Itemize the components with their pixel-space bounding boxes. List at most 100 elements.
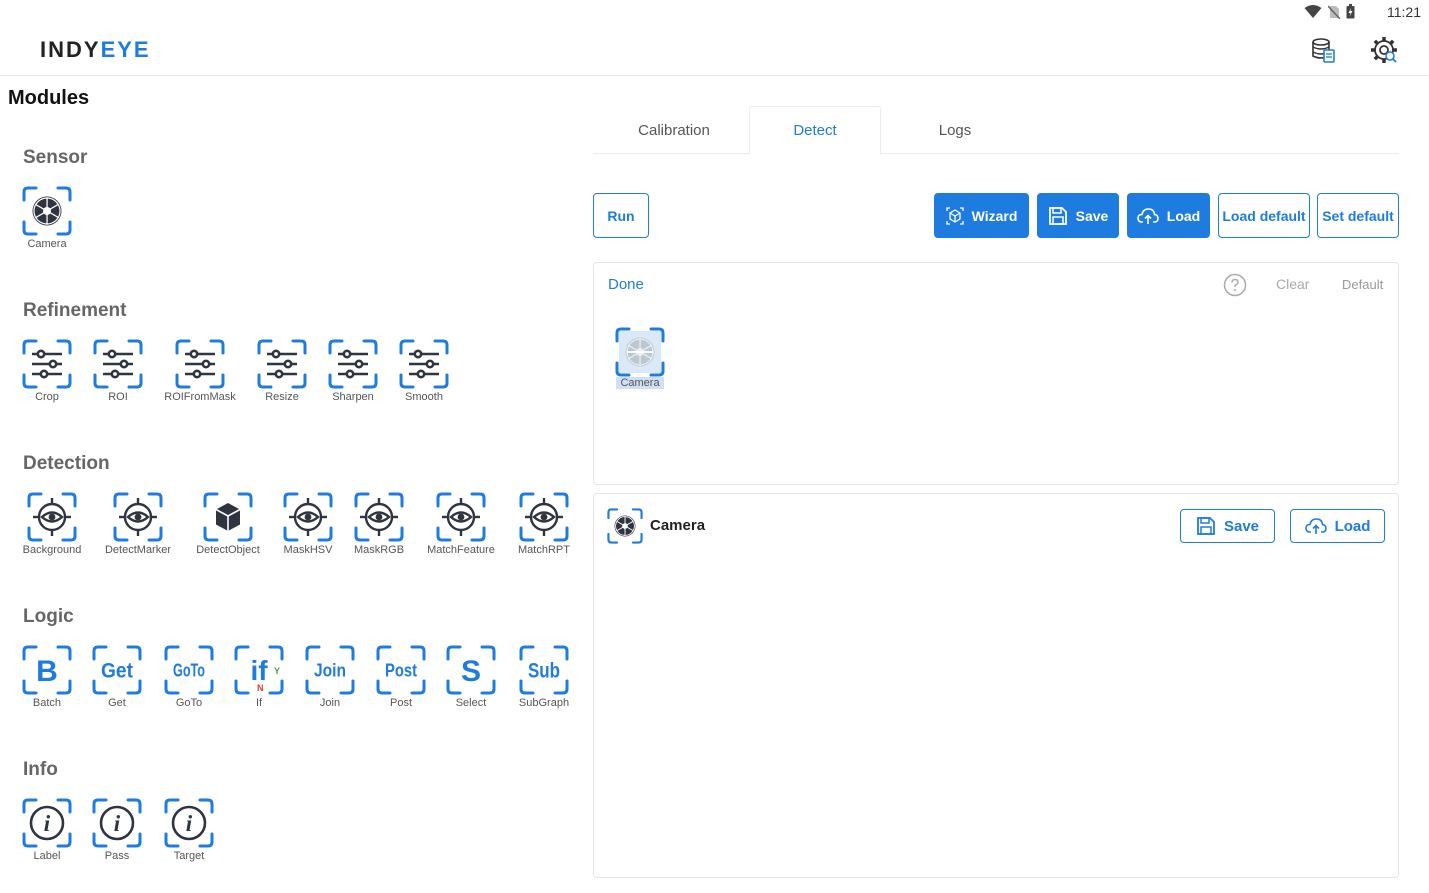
module-tile-maskrgb[interactable]: MaskRGB: [354, 492, 404, 556]
section-title-detection: Detection: [23, 453, 110, 474]
load-label: Load: [1166, 207, 1201, 224]
svg-text:i: i: [186, 811, 193, 836]
clear-button[interactable]: Clear: [1276, 276, 1309, 292]
tab-bar: Calibration Detect Logs: [593, 106, 1399, 155]
save-icon: [1048, 206, 1067, 225]
app-bar: INDYEYE: [0, 24, 1429, 76]
run-label: Run: [607, 207, 635, 224]
select-icon: S: [446, 645, 496, 695]
module-tile-label: ROI: [108, 391, 128, 403]
module-tile-target[interactable]: i Target: [164, 798, 214, 862]
gear-icon: [1371, 37, 1397, 63]
section-title-info: Info: [23, 759, 58, 780]
module-tile-get[interactable]: Get Get: [92, 645, 142, 709]
app-logo: INDYEYE: [40, 37, 151, 63]
module-tile-background[interactable]: Background: [23, 492, 81, 556]
module-tile-pass[interactable]: i Pass: [92, 798, 142, 862]
svg-text:N: N: [257, 683, 264, 693]
section-title-logic: Logic: [23, 606, 74, 627]
crop-icon: [22, 339, 72, 389]
module-tile-matchrpt[interactable]: MatchRPT: [518, 492, 570, 556]
camera-node-icon: [615, 327, 665, 377]
graph-panel: Done Clear Default Camera: [593, 262, 1399, 485]
goto-icon: GoTo: [164, 645, 214, 695]
svg-text:Get: Get: [101, 660, 133, 683]
module-tile-roi[interactable]: ROI: [93, 339, 143, 403]
module-tile-label: Label: [33, 850, 61, 862]
post-icon: Post: [376, 645, 426, 695]
module-tile-select[interactable]: S Select: [446, 645, 496, 709]
tab-calibration[interactable]: Calibration: [608, 106, 740, 154]
module-detail-panel: Camera Save Load: [593, 493, 1399, 878]
settings-button[interactable]: [1370, 36, 1398, 64]
module-tile-label: Batch: [32, 697, 62, 709]
module-tile-label: Post: [389, 697, 412, 709]
sharpen-icon: [328, 339, 378, 389]
background-icon: [27, 492, 77, 542]
batch-icon: B: [22, 645, 72, 695]
run-button[interactable]: Run: [593, 193, 649, 238]
module-tile-label: Smooth: [405, 391, 443, 403]
logo-indy: INDY: [40, 37, 101, 62]
wizard-button[interactable]: Wizard: [934, 193, 1029, 238]
graph-status: Done: [608, 276, 644, 293]
default-button[interactable]: Default: [1342, 277, 1383, 292]
target-icon: i: [164, 798, 214, 848]
module-tile-label: MaskRGB: [353, 544, 405, 556]
set-default-button[interactable]: Set default: [1317, 193, 1399, 238]
section-title-refinement: Refinement: [23, 300, 127, 321]
graph-node-camera[interactable]: Camera: [615, 327, 665, 389]
load-default-label: Load default: [1222, 207, 1306, 224]
module-tile-detectmarker[interactable]: DetectMarker: [105, 492, 171, 556]
modules-title: Modules: [8, 87, 90, 109]
detail-save-button[interactable]: Save: [1180, 509, 1275, 543]
module-tile-matchfeature[interactable]: MatchFeature: [427, 492, 495, 556]
svg-text:GoTo: GoTo: [173, 660, 205, 680]
cloud-upload-icon: [1304, 518, 1327, 534]
help-icon[interactable]: [1223, 273, 1247, 297]
if-icon: if Y N: [234, 645, 284, 695]
module-tile-camera[interactable]: Camera: [22, 186, 72, 250]
module-tile-smooth[interactable]: Smooth: [399, 339, 449, 403]
detectmarker-icon: [113, 492, 163, 542]
detectobject-icon: [203, 492, 253, 542]
module-tile-label[interactable]: i Label: [22, 798, 72, 862]
module-tile-label: GoTo: [175, 697, 203, 709]
module-tile-detectobject[interactable]: DetectObject: [196, 492, 260, 556]
module-tile-post[interactable]: Post Post: [376, 645, 426, 709]
label-icon: i: [22, 798, 72, 848]
module-tile-subgraph[interactable]: Sub SubGraph: [519, 645, 569, 709]
tab-detect[interactable]: Detect: [749, 106, 881, 155]
module-tile-crop[interactable]: Crop: [22, 339, 72, 403]
module-tile-label: Resize: [265, 391, 299, 403]
module-tile-label: If: [255, 697, 263, 709]
svg-text:Y: Y: [274, 666, 280, 676]
svg-text:B: B: [36, 655, 58, 688]
get-icon: Get: [92, 645, 142, 695]
load-default-button[interactable]: Load default: [1218, 193, 1310, 238]
svg-text:S: S: [461, 655, 481, 688]
module-tile-goto[interactable]: GoTo GoTo: [164, 645, 214, 709]
save-button[interactable]: Save: [1037, 193, 1119, 238]
module-tile-batch[interactable]: B Batch: [22, 645, 72, 709]
module-tile-join[interactable]: Join Join: [305, 645, 355, 709]
module-tile-resize[interactable]: Resize: [257, 339, 307, 403]
detail-load-label: Load: [1334, 517, 1371, 535]
set-default-label: Set default: [1322, 207, 1394, 224]
module-tile-sharpen[interactable]: Sharpen: [328, 339, 378, 403]
tab-logs[interactable]: Logs: [889, 106, 1021, 154]
camera-icon: [22, 186, 72, 236]
database-button[interactable]: [1310, 37, 1336, 63]
module-tile-if[interactable]: if Y N If: [234, 645, 284, 709]
module-tile-roifrommask[interactable]: ROIFromMask: [164, 339, 236, 403]
module-tile-label: Crop: [35, 391, 59, 403]
svg-text:Join: Join: [314, 660, 346, 680]
save-label: Save: [1075, 207, 1109, 224]
detail-save-label: Save: [1223, 517, 1260, 535]
section-title-sensor: Sensor: [23, 147, 88, 168]
svg-text:if: if: [250, 655, 268, 686]
detail-load-button[interactable]: Load: [1290, 509, 1385, 543]
load-button[interactable]: Load: [1127, 193, 1210, 238]
module-tile-maskhsv[interactable]: MaskHSV: [283, 492, 333, 556]
wifi-icon: [1304, 4, 1322, 18]
